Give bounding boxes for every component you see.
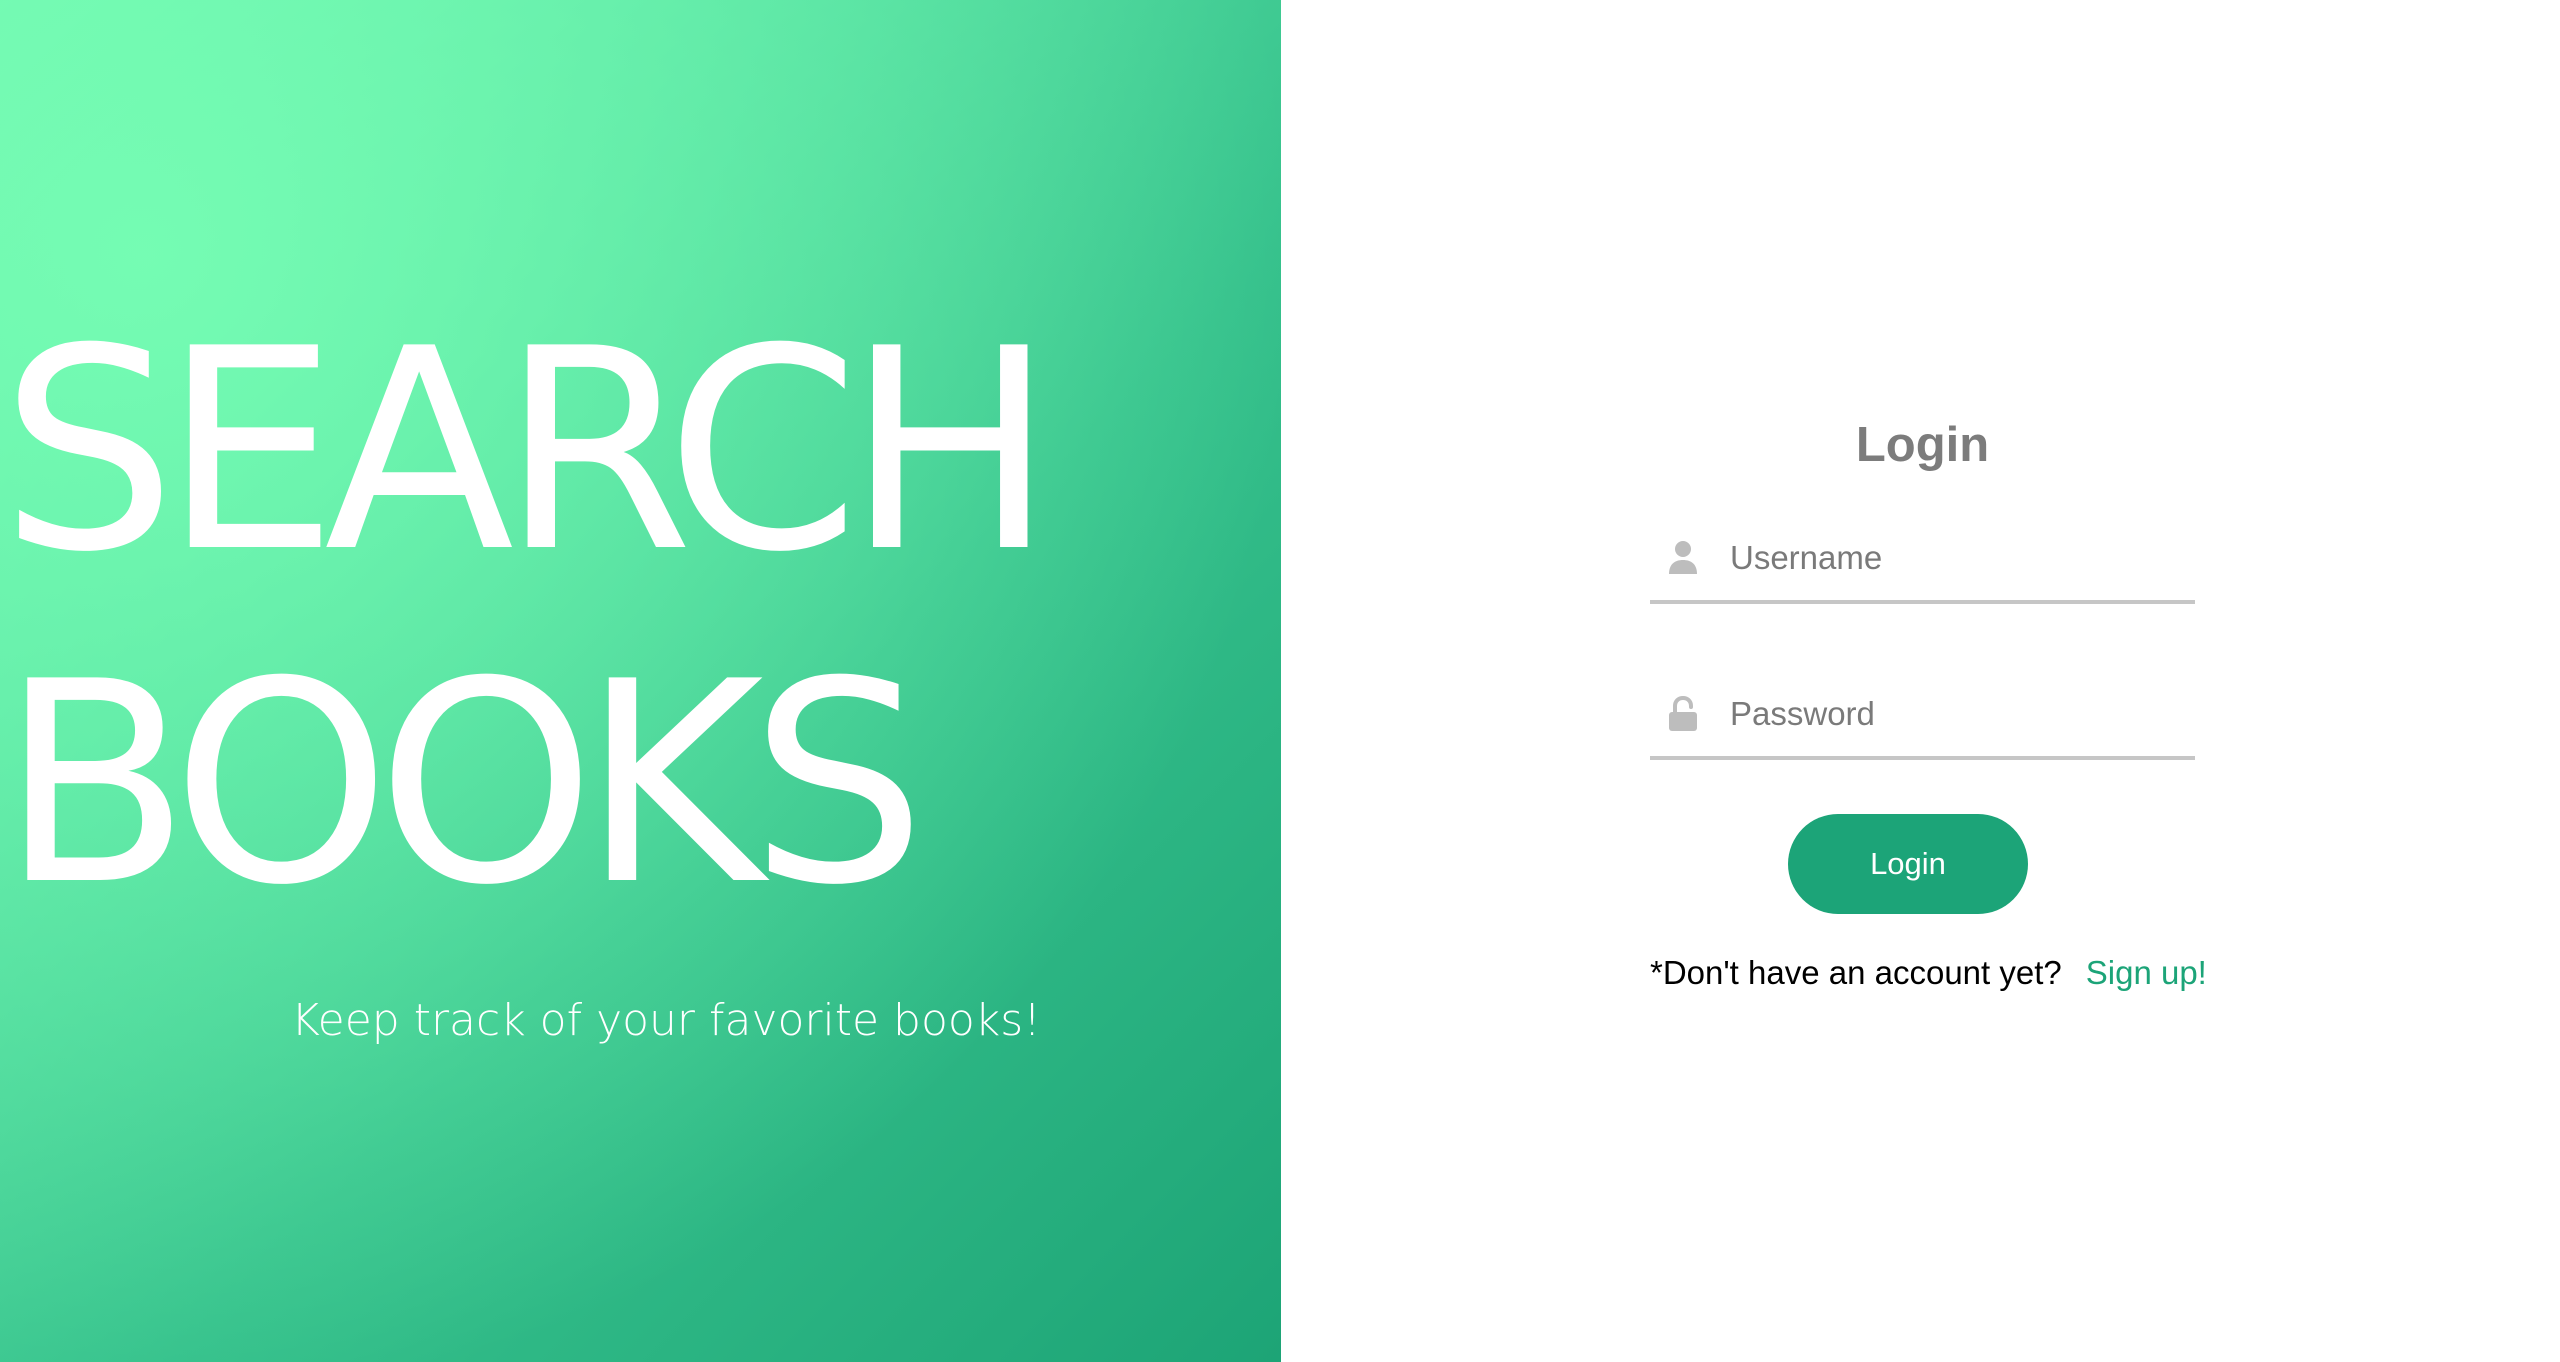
user-icon: [1666, 538, 1700, 578]
username-input[interactable]: [1730, 539, 2170, 577]
password-input[interactable]: [1730, 695, 2170, 733]
signup-row: *Don't have an account yet? Sign up!: [1650, 954, 2207, 992]
login-form: Login Login *Don't have an account yet?: [1650, 410, 2207, 992]
password-field[interactable]: [1650, 672, 2195, 760]
page: SEARCH BOOKS Keep track of your favorite…: [0, 0, 2560, 1362]
signup-prompt: *Don't have an account yet?: [1650, 954, 2062, 991]
hero-title-line2: BOOKS: [0, 622, 926, 946]
signup-link[interactable]: Sign up!: [2086, 954, 2207, 991]
hero-panel: SEARCH BOOKS Keep track of your favorite…: [0, 0, 1281, 1362]
hero-tagline: Keep track of your favorite books!: [291, 995, 1041, 1046]
unlock-icon: [1666, 694, 1700, 734]
login-heading: Login: [1855, 418, 1990, 472]
username-field[interactable]: [1650, 516, 2195, 604]
login-button[interactable]: Login: [1788, 814, 2028, 914]
hero-title-line1: SEARCH: [0, 289, 1055, 613]
